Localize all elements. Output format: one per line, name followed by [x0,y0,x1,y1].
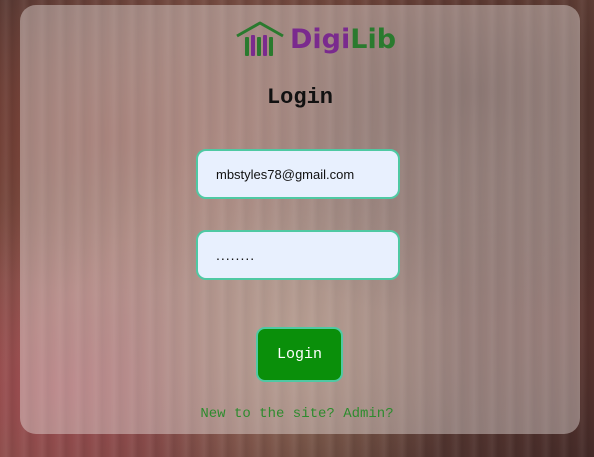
library-building-icon [236,21,284,56]
digilib-logo[interactable]: DigiLib [234,19,396,59]
logo-wordmark: DigiLib [290,26,396,53]
password-field[interactable] [196,230,400,280]
email-field[interactable] [196,149,400,199]
login-button[interactable]: Login [256,327,343,382]
page-title: Login [266,85,333,110]
new-to-site-link[interactable]: New to the site? [200,406,334,422]
logo-text-digi: Digi [290,23,351,55]
logo-text-lib: Lib [350,23,397,55]
admin-link[interactable]: Admin? [343,406,393,422]
footer-links: New to the site? Admin? [0,406,594,422]
